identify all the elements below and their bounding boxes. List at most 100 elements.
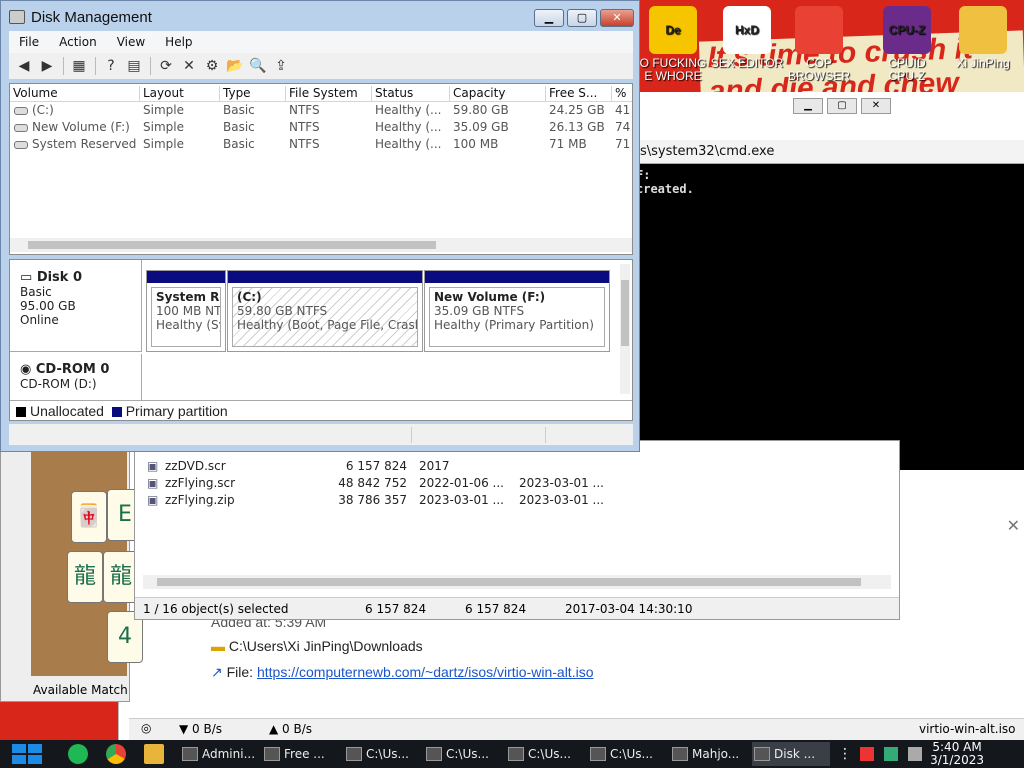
table-cell: New Volume (F:) <box>14 120 140 134</box>
settings-icon[interactable]: ⚙ <box>201 56 223 76</box>
taskbar-button[interactable]: Disk ... <box>752 742 830 766</box>
mahjong-tile[interactable]: 🀄 <box>71 491 107 543</box>
file-manager-status-bar: 1 / 16 object(s) selected 6 157 824 6 15… <box>135 597 899 619</box>
column-header[interactable]: Free S... <box>546 86 612 102</box>
maximize-button[interactable]: ▢ <box>827 98 857 114</box>
table-cell: 59.80 GB <box>453 103 509 117</box>
disk-management-icon <box>9 10 25 24</box>
download-path[interactable]: ▬ C:\Users\Xi JinPing\Downloads <box>211 638 423 654</box>
cdrom0-info[interactable]: ◉ CD-ROM 0 CD-ROM (D:) <box>20 362 109 392</box>
table-row[interactable]: New Volume (F:) Simple Basic NTFS Healthy (.… <box>10 119 632 136</box>
taskbar-button[interactable]: C:\Us... <box>344 742 422 766</box>
table-cell: Basic <box>223 103 255 117</box>
mahjong-icon <box>672 747 688 761</box>
selected-size: 6 157 824 <box>365 602 427 616</box>
mahjong-tile[interactable]: 龍 <box>67 551 103 603</box>
minimize-button[interactable]: ▁ <box>793 98 823 114</box>
taskbar-button[interactable]: Mahjo... <box>670 742 748 766</box>
status-bar <box>9 423 633 445</box>
table-cell: Simple <box>143 137 184 151</box>
vertical-scrollbar[interactable] <box>620 264 630 394</box>
total-size: 6 157 824 <box>465 602 527 616</box>
forward-arrow-icon[interactable]: ▶ <box>36 56 58 76</box>
desktop-icon[interactable]: Xi JinPing <box>940 6 1024 70</box>
free-download-icon <box>264 747 280 761</box>
horizontal-scrollbar[interactable] <box>143 575 891 589</box>
title-bar[interactable]: Disk Management ▁ ▢ ✕ <box>1 1 639 31</box>
close-icon[interactable]: ✕ <box>1007 516 1020 535</box>
modified-date: 2017-03-04 14:30:10 <box>565 602 693 616</box>
help-icon[interactable]: ? <box>100 56 122 76</box>
close-button[interactable]: ✕ <box>861 98 891 114</box>
drive-icon <box>14 123 28 132</box>
column-header[interactable]: Volume <box>10 86 140 102</box>
list-item[interactable]: ▣ zzFlying.scr 48 842 752 2022-01-06 ... 202… <box>147 476 607 493</box>
table-cell: Healthy (... <box>375 103 442 117</box>
menu-file[interactable]: File <box>9 31 49 53</box>
column-header[interactable]: % <box>612 86 632 102</box>
taskbar-button[interactable]: C:\Us... <box>424 742 502 766</box>
download-status-bar: ◎ ▼ 0 B/s ▲ 0 B/s virtio-win-alt.iso <box>129 718 1024 740</box>
disk-icon: ▭ <box>20 270 37 285</box>
list-item[interactable]: ▣ zzDVD.scr 6 157 824 2017 <box>147 459 607 476</box>
column-header[interactable]: Type <box>220 86 286 102</box>
flag-icon[interactable] <box>860 747 874 761</box>
taskbar-button[interactable]: C:\Us... <box>506 742 584 766</box>
properties-icon[interactable]: ▤ <box>123 56 145 76</box>
open-folder-icon[interactable]: 📂 <box>224 56 246 76</box>
table-cell: 71 <box>615 137 631 151</box>
export-icon[interactable]: ⇪ <box>270 56 292 76</box>
desktop-icon[interactable]: CPU-Z CPUID CPU-Z <box>864 6 950 83</box>
disk-management-window: Disk Management ▁ ▢ ✕ File Action View Help… <box>0 0 640 452</box>
chrome-icon[interactable] <box>106 744 126 764</box>
desktop-icon[interactable]: COP BROWSER <box>776 6 862 83</box>
delete-icon[interactable]: ✕ <box>178 56 200 76</box>
close-button[interactable]: ✕ <box>600 9 634 27</box>
chrome-browser-icon <box>795 6 843 54</box>
file-explorer-icon[interactable] <box>144 744 164 764</box>
menu-action[interactable]: Action <box>49 31 107 53</box>
menu-view[interactable]: View <box>107 31 155 53</box>
console-tree-icon[interactable]: ▦ <box>68 56 90 76</box>
toolbar-separator <box>95 57 96 75</box>
back-arrow-icon[interactable]: ◀ <box>13 56 35 76</box>
column-header[interactable]: Capacity <box>450 86 546 102</box>
refresh-icon[interactable]: ⟳ <box>155 56 177 76</box>
download-speed: ▼ 0 B/s <box>179 722 223 736</box>
file-url-link[interactable]: https://computernewb.com/~dartz/isos/vir… <box>257 664 594 680</box>
network-icon[interactable] <box>884 747 898 761</box>
table-row[interactable]: (C:) Simple Basic NTFS Healthy (... 59.80 GB 2… <box>10 102 632 119</box>
taskbar: Admini... Free ... C:\Us... C:\Us... C:\Us..… <box>0 740 1024 768</box>
spotify-icon[interactable] <box>68 744 88 764</box>
mahjong-status: Available Match <box>33 683 128 697</box>
overflow-icon[interactable]: ⋮ <box>838 746 852 762</box>
toolbar-separator <box>63 57 64 75</box>
file-url-row: ↗ File: https://computernewb.com/~dartz/… <box>211 664 594 680</box>
disk0-info[interactable]: ▭ Disk 0 Basic 95.00 GB Online <box>20 270 82 328</box>
partition-block[interactable]: System Re100 MB NTFHealthy (Sys <box>146 270 226 352</box>
clock[interactable]: 5:40 AM 3/1/2023 <box>930 741 984 767</box>
table-cell: Healthy (... <box>375 120 442 134</box>
table-row[interactable]: System Reserved Simple Basic NTFS Healthy (.… <box>10 136 632 153</box>
column-header[interactable]: File System <box>286 86 372 102</box>
menu-help[interactable]: Help <box>155 31 202 53</box>
taskbar-button[interactable]: Free ... <box>262 742 340 766</box>
list-item[interactable]: ▣ zzFlying.zip 38 786 357 2023-03-01 ... 202… <box>147 493 607 510</box>
7zip-icon <box>508 747 524 761</box>
column-header[interactable]: Layout <box>140 86 220 102</box>
table-cell: 35.09 GB <box>453 120 509 134</box>
file-icon: ▣ <box>147 459 159 473</box>
search-icon[interactable]: 🔍 <box>247 56 269 76</box>
column-header[interactable]: Status <box>372 86 450 102</box>
taskbar-button[interactable]: C:\Us... <box>588 742 666 766</box>
taskbar-button[interactable]: Admini... <box>180 742 258 766</box>
horizontal-scrollbar[interactable] <box>10 238 632 252</box>
minimize-button[interactable]: ▁ <box>534 9 564 27</box>
partition-block[interactable]: (C:) 59.80 GB NTFS Healthy (Boot, Page Fil… <box>227 270 423 352</box>
speaker-icon[interactable] <box>908 747 922 761</box>
file-icon: ▣ <box>147 493 159 507</box>
partition-block[interactable]: New Volume (F:) 35.09 GB NTFS Healthy (Pri… <box>424 270 610 352</box>
disk-layout-pane: ▭ Disk 0 Basic 95.00 GB Online System Re… <box>9 259 633 421</box>
maximize-button[interactable]: ▢ <box>567 9 597 27</box>
start-button[interactable] <box>12 744 42 764</box>
